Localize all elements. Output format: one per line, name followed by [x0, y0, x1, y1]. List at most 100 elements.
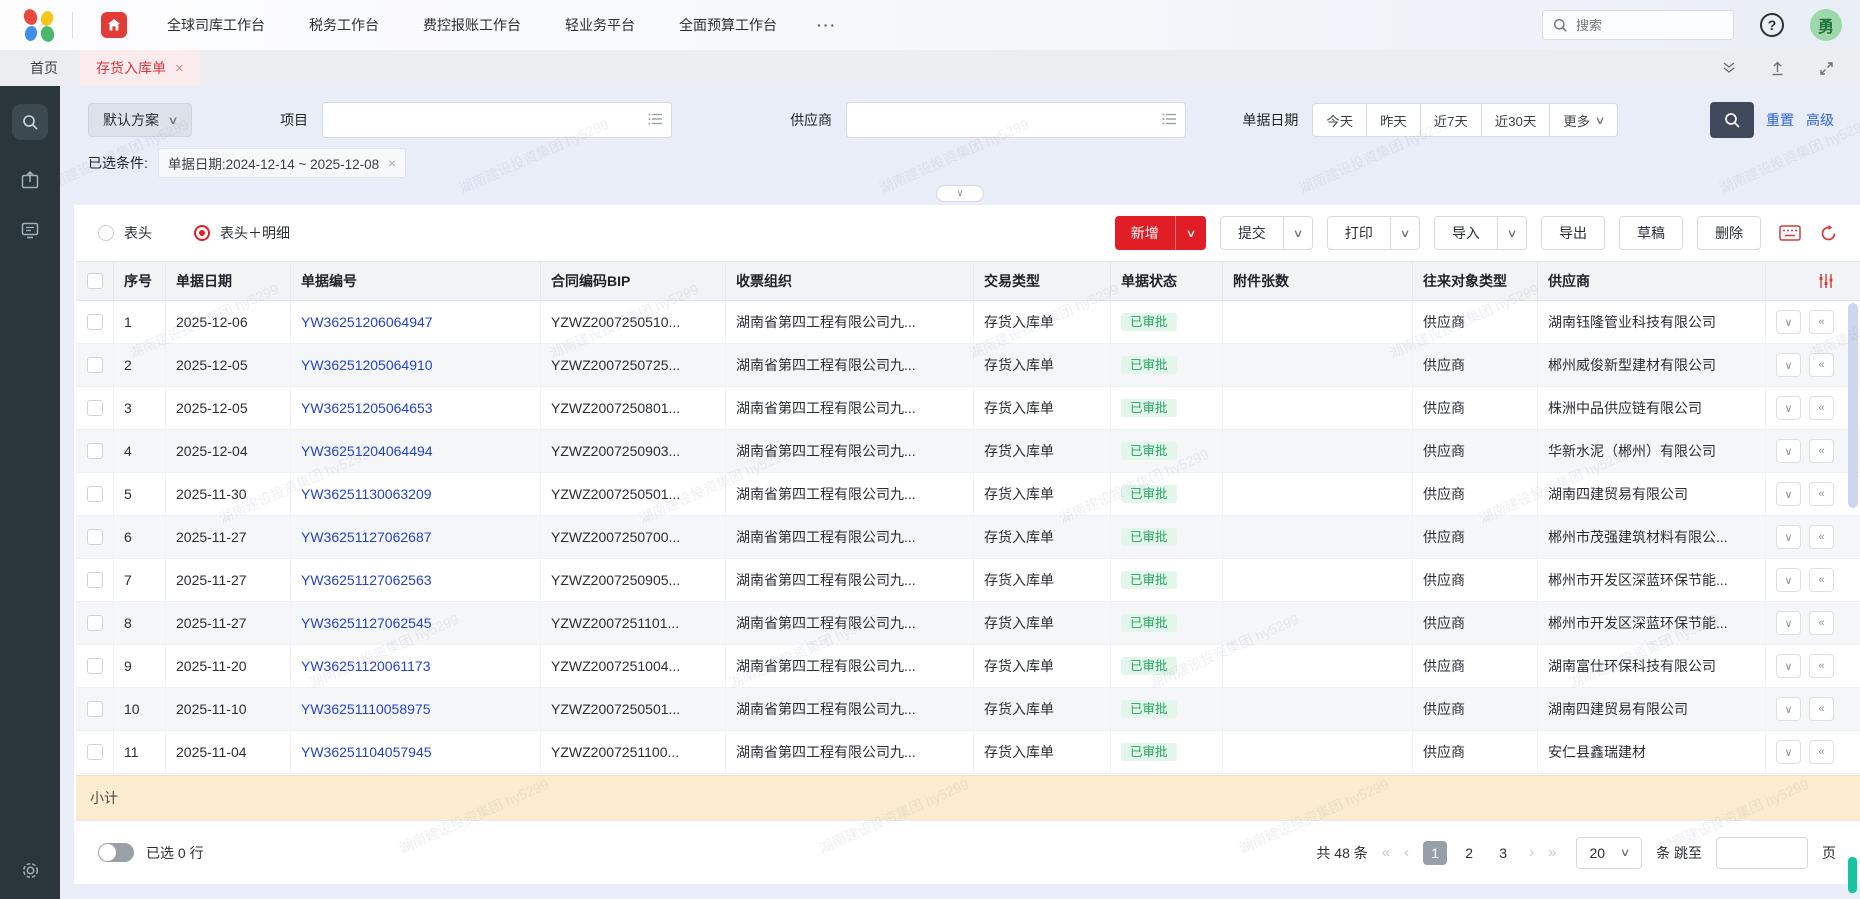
export-button[interactable]: 导出	[1541, 216, 1605, 250]
submit-dropdown-icon[interactable]: ∨	[1283, 217, 1312, 249]
row-checkbox[interactable]	[87, 658, 103, 674]
row-collapse-left-button[interactable]: «	[1809, 568, 1834, 592]
date-more-button[interactable]: 更多∨	[1550, 103, 1618, 137]
vscrollbar-thumb[interactable]	[1848, 303, 1858, 508]
row-collapse-left-button[interactable]: «	[1809, 310, 1834, 334]
row-expand-button[interactable]: ∨	[1776, 525, 1801, 549]
row-checkbox[interactable]	[87, 572, 103, 588]
radio-header-only[interactable]: 表头	[98, 223, 152, 243]
supplier-input[interactable]	[846, 102, 1186, 138]
row-collapse-left-button[interactable]: «	[1809, 611, 1834, 635]
doc-number-link[interactable]: YW36251205064653	[301, 400, 433, 416]
row-collapse-left-button[interactable]: «	[1809, 740, 1834, 764]
search-input[interactable]	[1576, 18, 1706, 33]
sidebar-export-icon[interactable]	[20, 170, 40, 190]
date-quick-button[interactable]: 近30天	[1482, 103, 1550, 137]
page-number-3[interactable]: 3	[1491, 841, 1515, 865]
row-collapse-left-button[interactable]: «	[1809, 439, 1834, 463]
doc-number-link[interactable]: YW36251127062687	[301, 529, 432, 545]
tabs-collapse-icon[interactable]	[1722, 62, 1736, 74]
topnav-item[interactable]: 轻业务平台	[565, 15, 635, 35]
advanced-link[interactable]: 高级	[1806, 110, 1834, 130]
date-quick-button[interactable]: 昨天	[1367, 103, 1421, 137]
import-button[interactable]: 导入 ∨	[1434, 216, 1527, 250]
list-picker-icon[interactable]	[648, 112, 664, 126]
date-quick-button[interactable]: 近7天	[1421, 103, 1482, 137]
page-scrollbar-thumb[interactable]	[1848, 857, 1857, 893]
topnav-item[interactable]: 费控报账工作台	[423, 15, 521, 35]
help-icon[interactable]: ?	[1760, 13, 1784, 37]
filter-collapse-button[interactable]: ∨	[936, 185, 984, 202]
row-expand-button[interactable]: ∨	[1776, 611, 1801, 635]
tab-close-icon[interactable]: ×	[175, 60, 184, 77]
column-filter-icon[interactable]	[1818, 273, 1834, 289]
row-checkbox[interactable]	[87, 701, 103, 717]
nav-more-button[interactable]: ···	[817, 17, 837, 33]
submit-button[interactable]: 提交 ∨	[1220, 216, 1313, 250]
user-avatar[interactable]: 勇	[1810, 9, 1842, 41]
page-size-select[interactable]: 20 ∨	[1576, 837, 1642, 869]
row-checkbox[interactable]	[87, 443, 103, 459]
condition-remove-icon[interactable]: ×	[388, 156, 396, 171]
scheme-dropdown[interactable]: 默认方案 ∨	[88, 103, 192, 137]
row-checkbox[interactable]	[87, 615, 103, 631]
prev-page-icon[interactable]: ‹	[1404, 844, 1409, 861]
row-expand-button[interactable]: ∨	[1776, 310, 1801, 334]
radio-header-detail[interactable]: 表头＋明细	[194, 223, 290, 243]
fullscreen-icon[interactable]	[1819, 61, 1834, 76]
draft-button[interactable]: 草稿	[1619, 216, 1683, 250]
last-page-icon[interactable]: »	[1548, 844, 1556, 861]
tab-inventory-inbound[interactable]: 存货入库单 ×	[80, 50, 200, 86]
delete-button[interactable]: 删除	[1697, 216, 1761, 250]
row-collapse-left-button[interactable]: «	[1809, 482, 1834, 506]
topnav-item[interactable]: 全面预算工作台	[679, 15, 777, 35]
search-submit-button[interactable]	[1710, 102, 1754, 138]
row-expand-button[interactable]: ∨	[1776, 740, 1801, 764]
row-checkbox[interactable]	[87, 529, 103, 545]
project-input[interactable]	[322, 102, 672, 138]
jump-page-input[interactable]	[1716, 837, 1808, 869]
doc-number-link[interactable]: YW36251206064947	[301, 314, 433, 330]
doc-number-link[interactable]: YW36251130063209	[301, 486, 432, 502]
doc-number-link[interactable]: YW36251127062563	[301, 572, 432, 588]
reset-link[interactable]: 重置	[1766, 110, 1794, 130]
upload-icon[interactable]	[1770, 61, 1785, 76]
date-quick-button[interactable]: 今天	[1312, 103, 1367, 137]
page-number-1[interactable]: 1	[1423, 841, 1447, 865]
row-expand-button[interactable]: ∨	[1776, 482, 1801, 506]
add-dropdown-icon[interactable]: ∨	[1175, 216, 1206, 250]
row-collapse-left-button[interactable]: «	[1809, 396, 1834, 420]
doc-number-link[interactable]: YW36251127062545	[301, 615, 432, 631]
doc-number-link[interactable]: YW36251120061173	[301, 658, 430, 674]
row-checkbox[interactable]	[87, 486, 103, 502]
first-page-icon[interactable]: «	[1382, 844, 1390, 861]
row-collapse-left-button[interactable]: «	[1809, 697, 1834, 721]
keyboard-shortcuts-icon[interactable]	[1779, 224, 1801, 242]
settings-gear-icon[interactable]	[20, 860, 41, 881]
import-dropdown-icon[interactable]: ∨	[1497, 217, 1526, 249]
row-collapse-left-button[interactable]: «	[1809, 525, 1834, 549]
global-search[interactable]	[1542, 10, 1734, 40]
sidebar-message-icon[interactable]	[20, 220, 40, 240]
select-all-checkbox[interactable]	[87, 273, 103, 289]
doc-number-link[interactable]: YW36251110058975	[301, 701, 430, 717]
sidebar-search-icon[interactable]	[12, 104, 48, 140]
row-expand-button[interactable]: ∨	[1776, 697, 1801, 721]
row-checkbox[interactable]	[87, 400, 103, 416]
row-expand-button[interactable]: ∨	[1776, 396, 1801, 420]
page-number-2[interactable]: 2	[1457, 841, 1481, 865]
row-checkbox[interactable]	[87, 314, 103, 330]
row-collapse-left-button[interactable]: «	[1809, 654, 1834, 678]
row-expand-button[interactable]: ∨	[1776, 568, 1801, 592]
add-button[interactable]: 新增 ∨	[1115, 216, 1206, 250]
doc-number-link[interactable]: YW36251205064910	[301, 357, 433, 373]
print-dropdown-icon[interactable]: ∨	[1390, 217, 1419, 249]
row-expand-button[interactable]: ∨	[1776, 654, 1801, 678]
doc-number-link[interactable]: YW36251104057945	[301, 744, 432, 760]
row-expand-button[interactable]: ∨	[1776, 439, 1801, 463]
row-collapse-left-button[interactable]: «	[1809, 353, 1834, 377]
tab-home[interactable]: 首页	[0, 50, 80, 86]
home-icon[interactable]	[101, 12, 127, 38]
topnav-item[interactable]: 全球司库工作台	[167, 15, 265, 35]
row-checkbox[interactable]	[87, 744, 103, 760]
